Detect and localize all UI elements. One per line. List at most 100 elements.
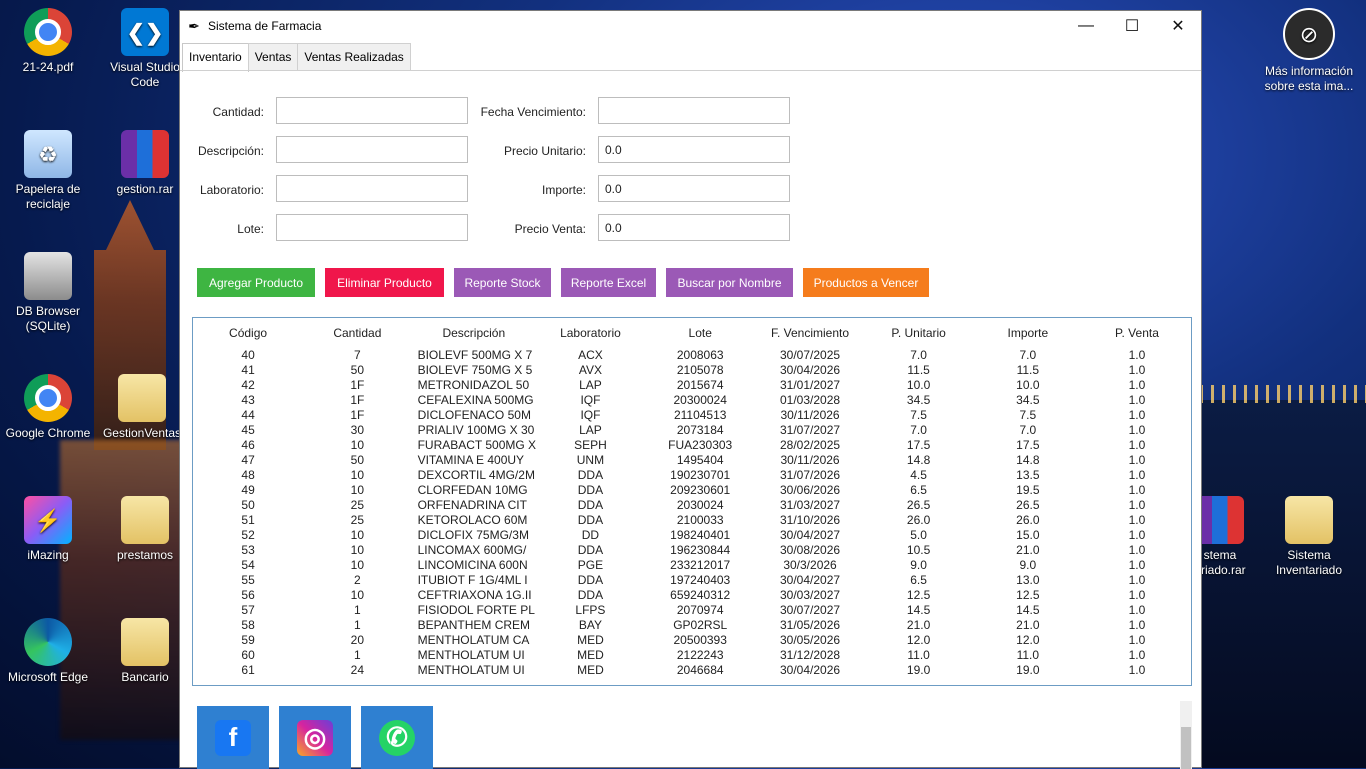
table-row[interactable]: 45 30 PRIALIV 100MG X 30 LAP 2073184 31/07/20…: [193, 423, 1191, 438]
table-row[interactable]: 58 1 BEPANTHEM CREM BAY GP02RSL 31/05/2026 21.…: [193, 618, 1191, 633]
table-cell: LFPS: [575, 603, 606, 617]
col-header-descripcion[interactable]: Descripción: [412, 318, 536, 348]
table-row[interactable]: 57 1 FISIODOL FORTE PL LFPS 2070974 30/07/202…: [193, 603, 1191, 618]
table-row[interactable]: 51 25 KETOROLACO 60M DDA 2100033 31/10/2026 26…: [193, 513, 1191, 528]
title-bar[interactable]: ✒ Sistema de Farmacia — ☐ ✕: [180, 11, 1201, 41]
col-header-importe[interactable]: Importe: [973, 318, 1083, 348]
table-cell: 30/11/2026: [780, 408, 840, 422]
table-row[interactable]: 55 2 ITUBIOT F 1G/4ML I DDA 197240403 30/04/2…: [193, 573, 1191, 588]
desktop-icon-imazing[interactable]: ⚡ iMazing: [2, 496, 94, 563]
col-header-precio-venta[interactable]: P. Venta: [1083, 318, 1191, 348]
descripcion-label: Descripción:: [197, 144, 264, 158]
table-row[interactable]: 56 10 CEFTRIAXONA 1G.II DDA 659240312 30/03/2…: [193, 588, 1191, 603]
buscar-por-nombre-button[interactable]: Buscar por Nombre: [666, 268, 793, 297]
table-row[interactable]: 46 10 FURABACT 500MG X SEPH FUA230303 28/02/2…: [193, 438, 1191, 453]
instagram-button[interactable]: ◎: [279, 706, 351, 769]
table-cell: 1.0: [1128, 438, 1146, 452]
lote-input[interactable]: [276, 214, 468, 241]
table-cell: 12.0: [1016, 633, 1040, 647]
table-row[interactable]: 49 10 CLORFEDAN 10MG DDA 209230601 30/06/2026…: [193, 483, 1191, 498]
importe-input[interactable]: [598, 175, 790, 202]
table-cell: 10: [350, 588, 365, 602]
table-row[interactable]: 54 10 LINCOMICINA 600N PGE 233212017 30/3/202…: [193, 558, 1191, 573]
tab-ventas[interactable]: Ventas: [247, 43, 299, 70]
table-cell: ITUBIOT F 1G/4ML I: [417, 573, 528, 587]
whatsapp-button[interactable]: ✆: [361, 706, 433, 769]
col-header-fecha-vencimiento[interactable]: F. Vencimiento: [756, 318, 865, 348]
table-row[interactable]: 61 24 MENTHOLATUM UI MED 2046684 30/04/2026 19…: [193, 663, 1191, 678]
eliminar-producto-button[interactable]: Eliminar Producto: [325, 268, 444, 297]
tab-bar: Inventario Ventas Ventas Realizadas: [182, 43, 411, 72]
tab-inventario[interactable]: Inventario: [182, 43, 249, 72]
minimize-button[interactable]: —: [1063, 11, 1109, 41]
productos-a-vencer-button[interactable]: Productos a Vencer: [803, 268, 929, 297]
table-cell: 30/05/2026: [780, 633, 841, 647]
col-header-lote[interactable]: Lote: [645, 318, 756, 348]
desktop-icon-gestion-rar[interactable]: gestion.rar: [99, 130, 191, 197]
cantidad-input[interactable]: [276, 97, 468, 124]
desktop-icon-gestionventas[interactable]: GestionVentas: [96, 374, 188, 441]
precio-venta-input[interactable]: [598, 214, 790, 241]
table-cell: 198240401: [670, 528, 731, 542]
col-header-cantidad[interactable]: Cantidad: [303, 318, 411, 348]
desktop-icon-21-24-pdf[interactable]: 21-24.pdf: [2, 8, 94, 75]
table-cell: 10: [350, 438, 365, 452]
table-cell: 1.0: [1128, 633, 1146, 647]
table-row[interactable]: 44 1F DICLOFENACO 50M IQF 21104513 30/11/2026…: [193, 408, 1191, 423]
table-row[interactable]: 40 7 BIOLEVF 500MG X 7 ACX 2008063 30/07/2025…: [193, 348, 1191, 363]
vscode-icon: ❮❯: [121, 8, 169, 56]
table-row[interactable]: 41 50 BIOLEVF 750MG X 5 AVX 2105078 30/04/202…: [193, 363, 1191, 378]
tab-divider: [180, 70, 1201, 71]
table-cell: AVX: [578, 363, 602, 377]
scrollbar-thumb[interactable]: [1181, 727, 1191, 769]
desktop-icon-google-chrome[interactable]: Google Chrome: [2, 374, 94, 441]
agregar-producto-button[interactable]: Agregar Producto: [197, 268, 315, 297]
desktop-icon-edge[interactable]: Microsoft Edge: [2, 618, 94, 685]
table-cell: 659240312: [670, 588, 731, 602]
maximize-button[interactable]: ☐: [1109, 11, 1155, 41]
col-header-laboratorio[interactable]: Laboratorio: [536, 318, 645, 348]
table-cell: DDA: [577, 513, 604, 527]
reporte-stock-button[interactable]: Reporte Stock: [454, 268, 551, 297]
table-cell: 14.5: [1016, 603, 1040, 617]
table-row[interactable]: 48 10 DEXCORTIL 4MG/2M DDA 190230701 31/07/20…: [193, 468, 1191, 483]
descripcion-input[interactable]: [276, 136, 468, 163]
precio-unitario-input[interactable]: [598, 136, 790, 163]
table-cell: 2030024: [676, 498, 724, 512]
tab-ventas-realizadas[interactable]: Ventas Realizadas: [297, 43, 411, 70]
table-cell: 31/07/2027: [780, 423, 841, 437]
table-cell: 14.8: [1016, 453, 1040, 467]
fecha-vencimiento-input[interactable]: [598, 97, 790, 124]
col-header-codigo[interactable]: Código: [193, 318, 303, 348]
table-row[interactable]: 52 10 DICLOFIX 75MG/3M DD 198240401 30/04/202…: [193, 528, 1191, 543]
table-row[interactable]: 53 10 LINCOMAX 600MG/DDA 196230844 30/08/202…: [193, 543, 1191, 558]
table-cell: 40: [241, 348, 255, 362]
table-cell: 26.5: [906, 498, 931, 512]
col-header-precio-unitario[interactable]: P. Unitario: [864, 318, 972, 348]
desktop-icon-more-info[interactable]: ⊘ Más información sobre esta ima...: [1263, 8, 1355, 94]
table-cell: MED: [577, 648, 604, 662]
laboratorio-input[interactable]: [276, 175, 468, 202]
desktop-icon-sistema-inventariado[interactable]: Sistema Inventariado: [1263, 496, 1355, 578]
table-row[interactable]: 42 1F METRONIDAZOL 50 LAP 2015674 31/01/2027 1…: [193, 378, 1191, 393]
table-cell: 45: [241, 423, 255, 437]
desktop-icon-vscode[interactable]: ❮❯ Visual Studio Code: [99, 8, 191, 90]
table-cell: MENTHOLATUM UI: [417, 648, 525, 662]
table-row[interactable]: 43 1F CEFALEXINA 500MG IQF 20300024 01/03/202…: [193, 393, 1191, 408]
desktop-icon-prestamos[interactable]: prestamos: [99, 496, 191, 563]
table-cell: 7.5: [910, 408, 927, 422]
table-cell: 28/02/2025: [780, 438, 841, 452]
desktop-icon-bancario[interactable]: Bancario: [99, 618, 191, 685]
facebook-button[interactable]: f: [197, 706, 269, 769]
table-cell: 9.0: [1019, 558, 1037, 572]
table-row[interactable]: 47 50 VITAMINA E 400UY UNM 1495404 30/11/2026…: [193, 453, 1191, 468]
reporte-excel-button[interactable]: Reporte Excel: [561, 268, 656, 297]
table-row[interactable]: 60 1 MENTHOLATUM UI MED 2122243 31/12/2028 11.…: [193, 648, 1191, 663]
desktop-icon-db-browser[interactable]: DB Browser (SQLite): [2, 252, 94, 334]
table-row[interactable]: 59 20 MENTHOLATUM CA MED 20500393 30/05/2026 1…: [193, 633, 1191, 648]
desktop-icon-recycle-bin[interactable]: ♻ Papelera de reciclaje: [2, 130, 94, 212]
close-button[interactable]: ✕: [1155, 11, 1201, 41]
inventory-table[interactable]: Código Cantidad Descripción Laboratorio …: [192, 317, 1192, 686]
table-cell: 2046684: [676, 663, 724, 677]
table-row[interactable]: 50 25 ORFENADRINA CIT DDA 2030024 31/03/2027 2…: [193, 498, 1191, 513]
